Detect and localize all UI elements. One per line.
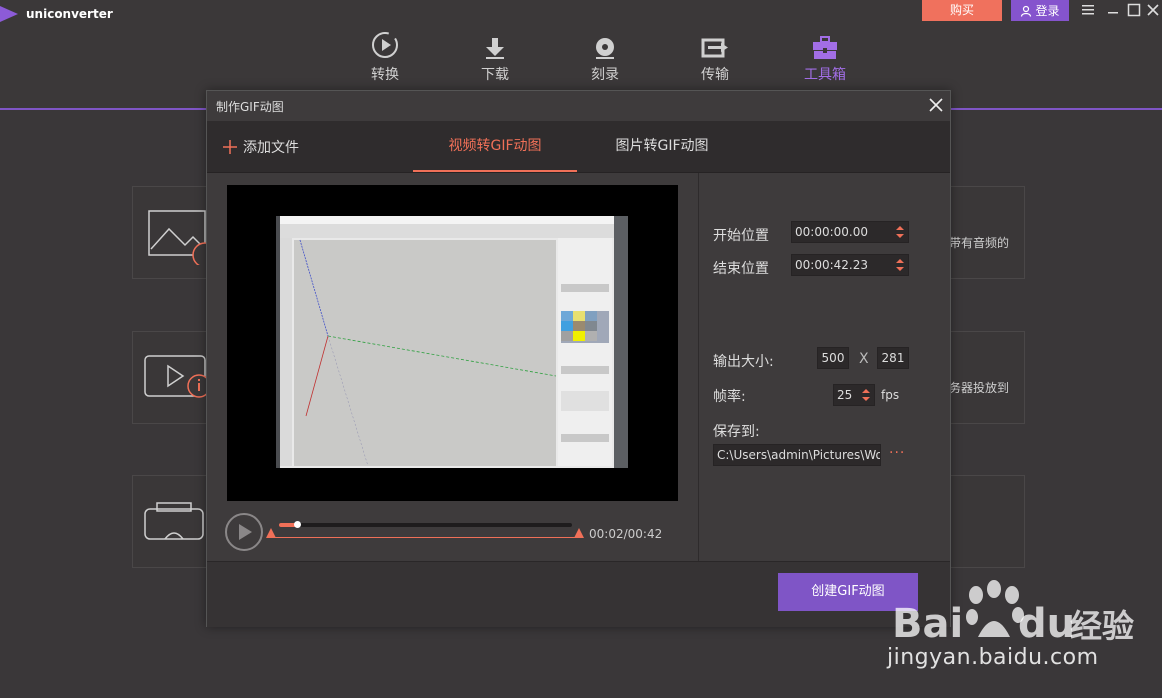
fps-input[interactable]: 25 [833, 384, 875, 406]
spin-arrows-icon[interactable] [896, 224, 904, 240]
nav-transfer[interactable]: 传输 [660, 30, 770, 84]
maximize-icon[interactable] [1126, 2, 1142, 18]
playback-time: 00:02/00:42 [589, 527, 663, 541]
end-position-label: 结束位置 [713, 261, 769, 277]
video-preview [227, 185, 678, 501]
end-position-value: 00:00:42.23 [795, 258, 868, 272]
start-position-value: 00:00:00.00 [795, 225, 868, 239]
minimize-icon[interactable] [1105, 2, 1121, 18]
trim-end-handle[interactable] [574, 528, 584, 538]
nav-download-label: 下载 [481, 67, 509, 83]
app-logo: uniconverter [0, 6, 113, 22]
burn-disc-icon [596, 38, 614, 59]
fps-value: 25 [837, 388, 853, 402]
close-icon[interactable] [1145, 2, 1161, 18]
tab-image-to-gif[interactable]: 图片转GIF动图 [577, 121, 747, 172]
progress-bar[interactable] [279, 521, 572, 528]
trim-range-line [271, 537, 580, 538]
dialog-tabs: 添加文件 视频转GIF动图 图片转GIF动图 [207, 121, 950, 173]
tool-card-1-text: 带有音频的 [949, 236, 1010, 250]
svg-text:du: du [1018, 601, 1075, 647]
spin-arrows-icon[interactable] [896, 257, 904, 273]
tab-video-to-gif[interactable]: 视频转GIF动图 [413, 121, 577, 172]
progress-knob[interactable] [294, 521, 301, 528]
vr-headset-icon [144, 502, 204, 540]
watermark-url: jingyan.baidu.com [887, 645, 1099, 670]
tool-card-2-text: 务器投放到 [949, 381, 1010, 395]
nav-toolbox-label: 工具箱 [804, 67, 846, 83]
start-position-label: 开始位置 [713, 228, 769, 244]
fps-unit: fps [881, 388, 900, 402]
video-frame [276, 216, 628, 468]
nav-download[interactable]: 下载 [440, 30, 550, 84]
fps-label: 帧率: [713, 389, 746, 405]
image-convert-icon [148, 210, 211, 265]
main-nav: 转换 下载 刻录 传输 工具箱 [330, 30, 880, 84]
add-file-button[interactable]: 添加文件 [223, 137, 299, 157]
plus-icon [223, 140, 237, 154]
logo-icon [0, 6, 18, 22]
make-gif-dialog: 制作GIF动图 添加文件 视频转GIF动图 图片转GIF动图 00:02/00:… [206, 90, 951, 627]
nav-convert-label: 转换 [371, 67, 399, 83]
app-name: uniconverter [26, 7, 113, 21]
browse-button[interactable]: ··· [889, 445, 905, 461]
nav-toolbox[interactable]: 工具箱 [770, 30, 880, 84]
size-separator: X [859, 351, 869, 367]
svg-text:Bai: Bai [892, 601, 963, 647]
buy-button[interactable]: 购买 [922, 0, 1002, 21]
video-info-icon [144, 355, 211, 398]
trim-start-handle[interactable] [266, 528, 276, 538]
nav-burn-label: 刻录 [591, 67, 619, 83]
nav-convert[interactable]: 转换 [330, 30, 440, 84]
toolbox-icon [813, 36, 837, 59]
panel-divider [698, 173, 699, 561]
dialog-title: 制作GIF动图 [216, 100, 284, 114]
svg-text:经验: 经验 [1070, 607, 1134, 645]
nav-burn[interactable]: 刻录 [550, 30, 660, 84]
video-frame-image [280, 216, 628, 468]
start-position-input[interactable]: 00:00:00.00 [791, 221, 909, 243]
output-width-input[interactable]: 500 [817, 347, 849, 369]
add-file-label: 添加文件 [243, 140, 299, 156]
user-icon [1021, 5, 1032, 17]
output-size-label: 输出大小: [713, 354, 774, 370]
play-button[interactable] [225, 513, 263, 551]
end-position-input[interactable]: 00:00:42.23 [791, 254, 909, 276]
download-icon [486, 38, 504, 59]
dialog-close-icon[interactable] [928, 97, 944, 113]
login-label: 登录 [1035, 4, 1060, 18]
login-button[interactable]: 登录 [1011, 0, 1069, 21]
save-path-input[interactable]: C:\Users\admin\Pictures\Wond [713, 444, 881, 466]
output-height-input[interactable]: 281 [877, 347, 909, 369]
menu-icon[interactable] [1080, 2, 1096, 18]
nav-transfer-label: 传输 [701, 67, 729, 83]
transfer-icon [701, 38, 728, 58]
convert-icon [372, 32, 398, 58]
play-icon [239, 524, 252, 540]
save-to-label: 保存到: [713, 424, 760, 440]
dialog-titlebar: 制作GIF动图 [207, 91, 950, 121]
spin-arrows-icon[interactable] [862, 387, 870, 403]
